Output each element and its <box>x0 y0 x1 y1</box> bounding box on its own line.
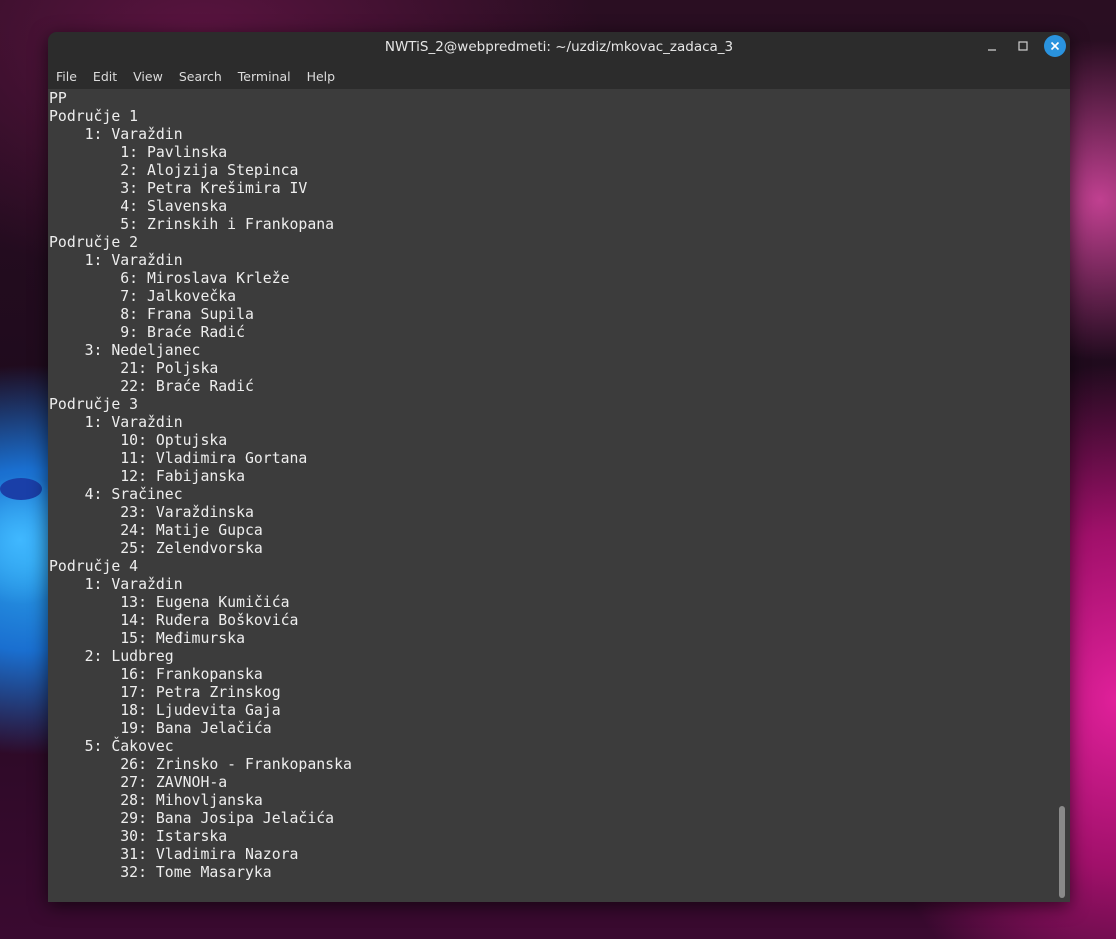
terminal-line: 21: Poljska <box>49 360 219 377</box>
terminal-line: 32: Tome Masaryka <box>49 864 272 881</box>
terminal-line: 6: Miroslava Krleže <box>49 270 290 287</box>
terminal-line: 3: Nedeljanec <box>49 342 201 359</box>
menu-search[interactable]: Search <box>173 69 228 84</box>
window-title: NWTiS_2@webpredmeti: ~/uzdiz/mkovac_zada… <box>384 39 734 55</box>
terminal-line: 2: Ludbreg <box>49 648 174 665</box>
terminal-line: 8: Frana Supila <box>49 306 254 323</box>
terminal-line: 7: Jalkovečka <box>49 288 237 305</box>
terminal-line: 30: Istarska <box>49 828 228 845</box>
terminal-line: 4: Sračinec <box>49 486 183 503</box>
terminal-line: 5: Zrinskih i Frankopana <box>49 216 335 233</box>
terminal-line: 1: Varaždin <box>49 252 183 269</box>
terminal-line: Područje 4 <box>49 558 139 575</box>
terminal-line: 13: Eugena Kumičića <box>49 594 290 611</box>
menu-bar: File Edit View Search Terminal Help <box>48 64 1070 89</box>
terminal-line: 28: Mihovljanska <box>49 792 263 809</box>
close-icon <box>1050 41 1060 51</box>
minimize-icon <box>988 49 996 51</box>
terminal-line: 16: Frankopanska <box>49 666 263 683</box>
terminal-line: 3: Petra Krešimira IV <box>49 180 308 197</box>
terminal-line: 19: Bana Jelačića <box>49 720 272 737</box>
terminal-text: PP Područje 1 1: Varaždin 1: Pavlinska 2:… <box>49 90 352 882</box>
menu-terminal[interactable]: Terminal <box>232 69 297 84</box>
terminal-line: 23: Varaždinska <box>49 504 254 521</box>
terminal-line: 10: Optujska <box>49 432 228 449</box>
terminal-line: Područje 2 <box>49 234 139 251</box>
terminal-line: 27: ZAVNOH-a <box>49 774 228 791</box>
terminal-line: 2: Alojzija Stepinca <box>49 162 299 179</box>
terminal-line: 15: Međimurska <box>49 630 245 647</box>
terminal-line: 29: Bana Josipa Jelačića <box>49 810 335 827</box>
maximize-icon <box>1018 41 1028 51</box>
terminal-line: 24: Matije Gupca <box>49 522 263 539</box>
terminal-line: Područje 1 <box>49 108 139 125</box>
terminal-line: 22: Braće Radić <box>49 378 254 395</box>
terminal-line: 18: Ljudevita Gaja <box>49 702 281 719</box>
terminal-line: 17: Petra Zrinskog <box>49 684 281 701</box>
terminal-line: 31: Vladimira Nazora <box>49 846 299 863</box>
terminal-line: 14: Ruđera Boškovića <box>49 612 299 629</box>
terminal-line: 1: Varaždin <box>49 576 183 593</box>
menu-edit[interactable]: Edit <box>87 69 123 84</box>
terminal-line: 5: Čakovec <box>49 738 174 755</box>
terminal-line: 1: Pavlinska <box>49 144 228 161</box>
scrollbar-thumb[interactable] <box>1059 806 1065 898</box>
close-button[interactable] <box>1044 35 1066 57</box>
vertical-scrollbar[interactable] <box>1056 89 1070 902</box>
terminal-line: 25: Zelendvorska <box>49 540 263 557</box>
terminal-line: 11: Vladimira Gortana <box>49 450 308 467</box>
menu-view[interactable]: View <box>127 69 169 84</box>
terminal-window: NWTiS_2@webpredmeti: ~/uzdiz/mkovac_zada… <box>48 32 1070 902</box>
terminal-line: 1: Varaždin <box>49 126 183 143</box>
terminal-line: PP <box>49 90 67 107</box>
terminal-output-area[interactable]: PP Područje 1 1: Varaždin 1: Pavlinska 2:… <box>48 89 1070 902</box>
terminal-line: 9: Braće Radić <box>49 324 245 341</box>
maximize-button[interactable] <box>1013 36 1033 56</box>
wallpaper-blue-button <box>0 478 42 500</box>
terminal-line: Područje 3 <box>49 396 139 413</box>
terminal-line: 4: Slavenska <box>49 198 228 215</box>
terminal-line: 26: Zrinsko - Frankopanska <box>49 756 352 773</box>
title-bar[interactable]: NWTiS_2@webpredmeti: ~/uzdiz/mkovac_zada… <box>48 32 1070 64</box>
terminal-line: 12: Fabijanska <box>49 468 245 485</box>
menu-file[interactable]: File <box>50 69 83 84</box>
terminal-line: 1: Varaždin <box>49 414 183 431</box>
minimize-button[interactable] <box>982 36 1002 56</box>
menu-help[interactable]: Help <box>301 69 342 84</box>
